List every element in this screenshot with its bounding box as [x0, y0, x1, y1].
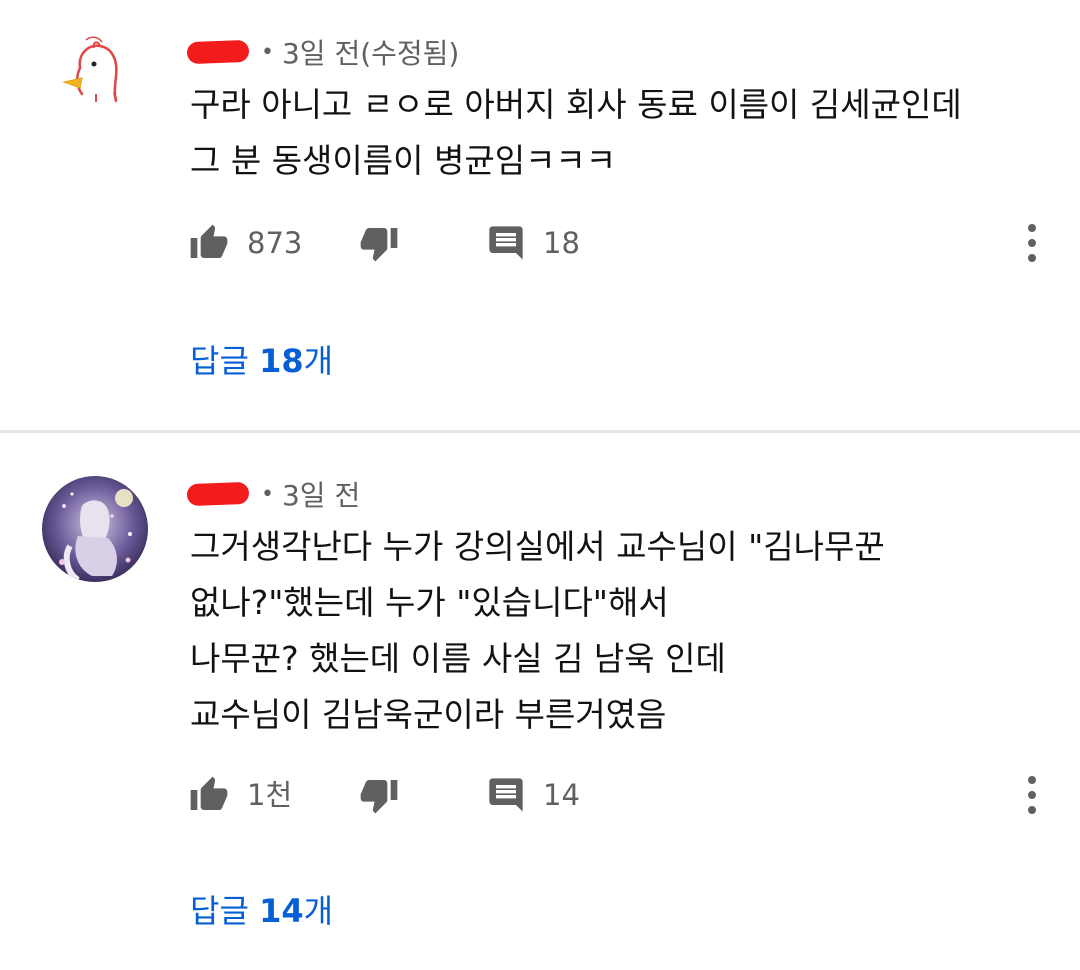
separator-dot: • [261, 39, 274, 65]
replies-prefix: 답글 [190, 342, 260, 380]
more-vertical-icon[interactable] [1018, 218, 1046, 268]
thumbs-up-icon[interactable] [188, 775, 230, 815]
comment-thread-1: • 3일 전(수정됨) 구라 아니고 ㄹㅇ로 아버지 회사 동료 이름이 김세균… [0, 0, 1080, 432]
replies-number: 14 [259, 892, 304, 930]
thumbs-up-icon[interactable] [188, 223, 230, 263]
anime-illustration-avatar [42, 476, 148, 582]
comment-icon[interactable] [485, 775, 527, 815]
comment-thread-2: • 3일 전 그거생각난다 누가 강의실에서 교수님이 "김나무꾼 없나?"했는… [0, 432, 1080, 970]
avatar[interactable] [42, 24, 148, 130]
comment-icon[interactable] [485, 223, 527, 263]
avatar[interactable] [42, 476, 148, 582]
comment-line: 없나?"했는데 누가 "있습니다"해서 [190, 583, 669, 622]
like-count: 1천 [247, 778, 293, 812]
replies-number: 18 [259, 342, 304, 380]
comment-line: 그 분 동생이름이 병균임ㅋㅋㅋ [190, 141, 617, 180]
comment-text: 그거생각난다 누가 강의실에서 교수님이 "김나무꾼 없나?"했는데 누가 "있… [190, 519, 885, 743]
comment-timestamp[interactable]: 3일 전 [282, 474, 360, 514]
comment-line: 구라 아니고 ㄹㅇ로 아버지 회사 동료 이름이 김세균인데 [190, 85, 962, 124]
redacted-author-name [186, 39, 250, 65]
replies-suffix: 개 [303, 342, 334, 380]
separator-dot: • [261, 481, 274, 507]
thumbs-down-icon[interactable] [358, 223, 400, 263]
like-count: 873 [247, 226, 303, 260]
comment-line: 나무꾼? 했는데 이름 사실 김 남욱 인데 [190, 639, 726, 678]
comment-meta: • 3일 전(수정됨) [186, 32, 459, 72]
comment-actions: 873 18 [0, 218, 1080, 268]
reply-count: 14 [543, 778, 580, 812]
comment-text: 구라 아니고 ㄹㅇ로 아버지 회사 동료 이름이 김세균인데 그 분 동생이름이… [190, 77, 962, 189]
comment-meta: • 3일 전 [186, 474, 360, 514]
thumbs-down-icon[interactable] [358, 775, 400, 815]
reply-count: 18 [543, 226, 580, 260]
view-replies-button[interactable]: 답글 18개 [190, 336, 333, 382]
comment-actions: 1천 14 [0, 770, 1080, 820]
view-replies-button[interactable]: 답글 14개 [190, 886, 333, 932]
chick-drawing-avatar [62, 36, 118, 103]
replies-prefix: 답글 [190, 892, 260, 930]
redacted-author-name [186, 481, 250, 507]
comment-line: 그거생각난다 누가 강의실에서 교수님이 "김나무꾼 [190, 527, 885, 566]
replies-suffix: 개 [303, 892, 334, 930]
comment-line: 교수님이 김남욱군이라 부른거였음 [190, 695, 667, 734]
more-vertical-icon[interactable] [1018, 770, 1046, 820]
comment-timestamp[interactable]: 3일 전(수정됨) [282, 32, 459, 72]
